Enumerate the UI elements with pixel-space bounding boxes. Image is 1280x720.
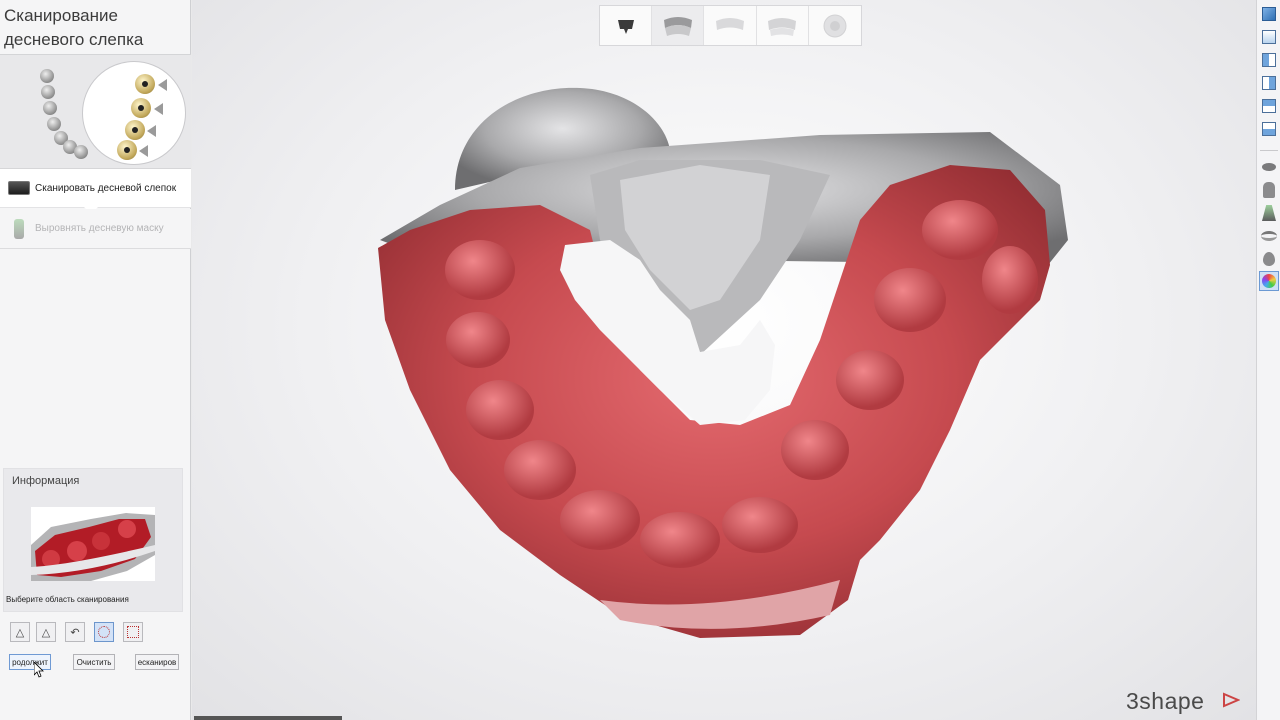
view-right-button[interactable] xyxy=(1259,73,1279,93)
triangle-icon xyxy=(154,103,163,115)
left-panel: Сканирование десневого слепка Сканироват… xyxy=(0,0,191,720)
right-toolbar xyxy=(1256,0,1280,720)
view-bottom-icon xyxy=(1262,122,1276,136)
tooth-icon xyxy=(40,69,54,83)
gingiva-mask-icon xyxy=(8,218,30,240)
tooth-visibility-button[interactable] xyxy=(1259,180,1279,200)
undo-icon: ↶ xyxy=(70,626,80,639)
tooth-icon xyxy=(125,120,145,140)
view-bottom-button[interactable] xyxy=(1259,119,1279,139)
gingiva-impression-step-icon xyxy=(663,16,692,36)
gingiva-visibility-button[interactable] xyxy=(1259,157,1279,177)
view-back-button[interactable] xyxy=(1259,96,1279,116)
workflow-step-bite[interactable] xyxy=(809,6,861,45)
workflow-step-gingiva-impression[interactable] xyxy=(652,6,705,45)
tooth-icon xyxy=(135,74,155,94)
triangle-icon xyxy=(158,79,167,91)
circle-select-button[interactable] xyxy=(94,622,114,642)
bite-step-icon xyxy=(823,14,847,37)
color-texture-button[interactable] xyxy=(1259,271,1279,291)
tooth-icon xyxy=(47,117,61,131)
tooth-chart[interactable] xyxy=(0,54,191,168)
mouse-cursor-icon xyxy=(34,662,44,678)
upper-model-step-icon xyxy=(716,17,744,30)
logo-triangle-icon xyxy=(1223,692,1240,708)
rectangle-select-button[interactable] xyxy=(123,622,143,642)
tooth-visibility-icon xyxy=(1263,182,1275,198)
tooth-icon xyxy=(43,101,57,115)
view-left-button[interactable] xyxy=(1259,50,1279,70)
model-visibility-button[interactable] xyxy=(1259,226,1279,246)
step-align-gingiva-mask: Выровнять десневую маску xyxy=(0,209,191,249)
3d-viewport[interactable] xyxy=(192,0,1256,720)
tooth-icon xyxy=(131,98,151,118)
view-3d-icon xyxy=(1262,7,1276,21)
view-right-icon xyxy=(1262,76,1276,90)
view-back-icon xyxy=(1262,99,1276,113)
circle-select-icon xyxy=(98,626,110,638)
marker-button[interactable] xyxy=(1259,249,1279,269)
step-label: Сканировать десневой слепок xyxy=(35,182,177,194)
marker-icon xyxy=(1263,252,1275,266)
toolbar-separator xyxy=(1260,150,1278,151)
rescan-button[interactable]: есканиров xyxy=(135,654,179,670)
lasso-remove-icon: △ xyxy=(41,626,51,639)
color-texture-icon xyxy=(1262,274,1276,288)
info-hint: Выберите область сканирования xyxy=(6,595,129,604)
info-thumbnail xyxy=(31,507,155,581)
lasso-add-icon: △ xyxy=(15,626,25,639)
step-label: Выровнять десневую маску xyxy=(35,223,164,234)
scan-visibility-icon xyxy=(1262,205,1276,221)
progress-strip xyxy=(194,716,342,720)
workflow-step-lower-model[interactable] xyxy=(757,6,809,45)
scanner-icon xyxy=(8,177,30,199)
rectangle-select-icon xyxy=(127,626,139,638)
page-title: Сканирование десневого слепка xyxy=(4,6,144,49)
clear-button[interactable]: Очистить xyxy=(73,654,115,670)
view-left-icon xyxy=(1262,53,1276,67)
gingiva-impression-model[interactable] xyxy=(192,0,1256,720)
tooth-icon xyxy=(117,140,137,160)
lower-model-step-icon xyxy=(768,17,797,36)
lasso-add-button[interactable]: △ xyxy=(10,622,30,642)
info-title: Информация xyxy=(12,475,80,487)
continue-button[interactable]: родолжит xyxy=(9,654,51,670)
triangle-icon xyxy=(139,145,148,157)
info-panel: Информация Выберите область сканирования xyxy=(3,468,183,612)
scan-visibility-button[interactable] xyxy=(1259,203,1279,223)
lasso-remove-button[interactable]: △ xyxy=(36,622,56,642)
model-visibility-icon xyxy=(1261,231,1277,241)
step-scan-impression[interactable]: Сканировать десневой слепок xyxy=(0,168,191,214)
brand-logo: 3shape xyxy=(1126,688,1205,714)
tooth-zoom-circle[interactable] xyxy=(82,61,186,165)
workflow-step-scanner[interactable] xyxy=(600,6,653,45)
gingiva-visibility-icon xyxy=(1262,163,1276,171)
triangle-icon xyxy=(147,125,156,137)
workflow-stepper xyxy=(599,5,862,46)
undo-button[interactable]: ↶ xyxy=(65,622,85,642)
workflow-step-upper-model[interactable] xyxy=(704,6,757,45)
tooth-icon xyxy=(41,85,55,99)
view-front-button[interactable] xyxy=(1259,27,1279,47)
view-3d-button[interactable] xyxy=(1259,4,1279,24)
tooth-icon xyxy=(74,145,88,159)
scanner-step-icon xyxy=(617,19,634,34)
view-front-icon xyxy=(1262,30,1276,44)
